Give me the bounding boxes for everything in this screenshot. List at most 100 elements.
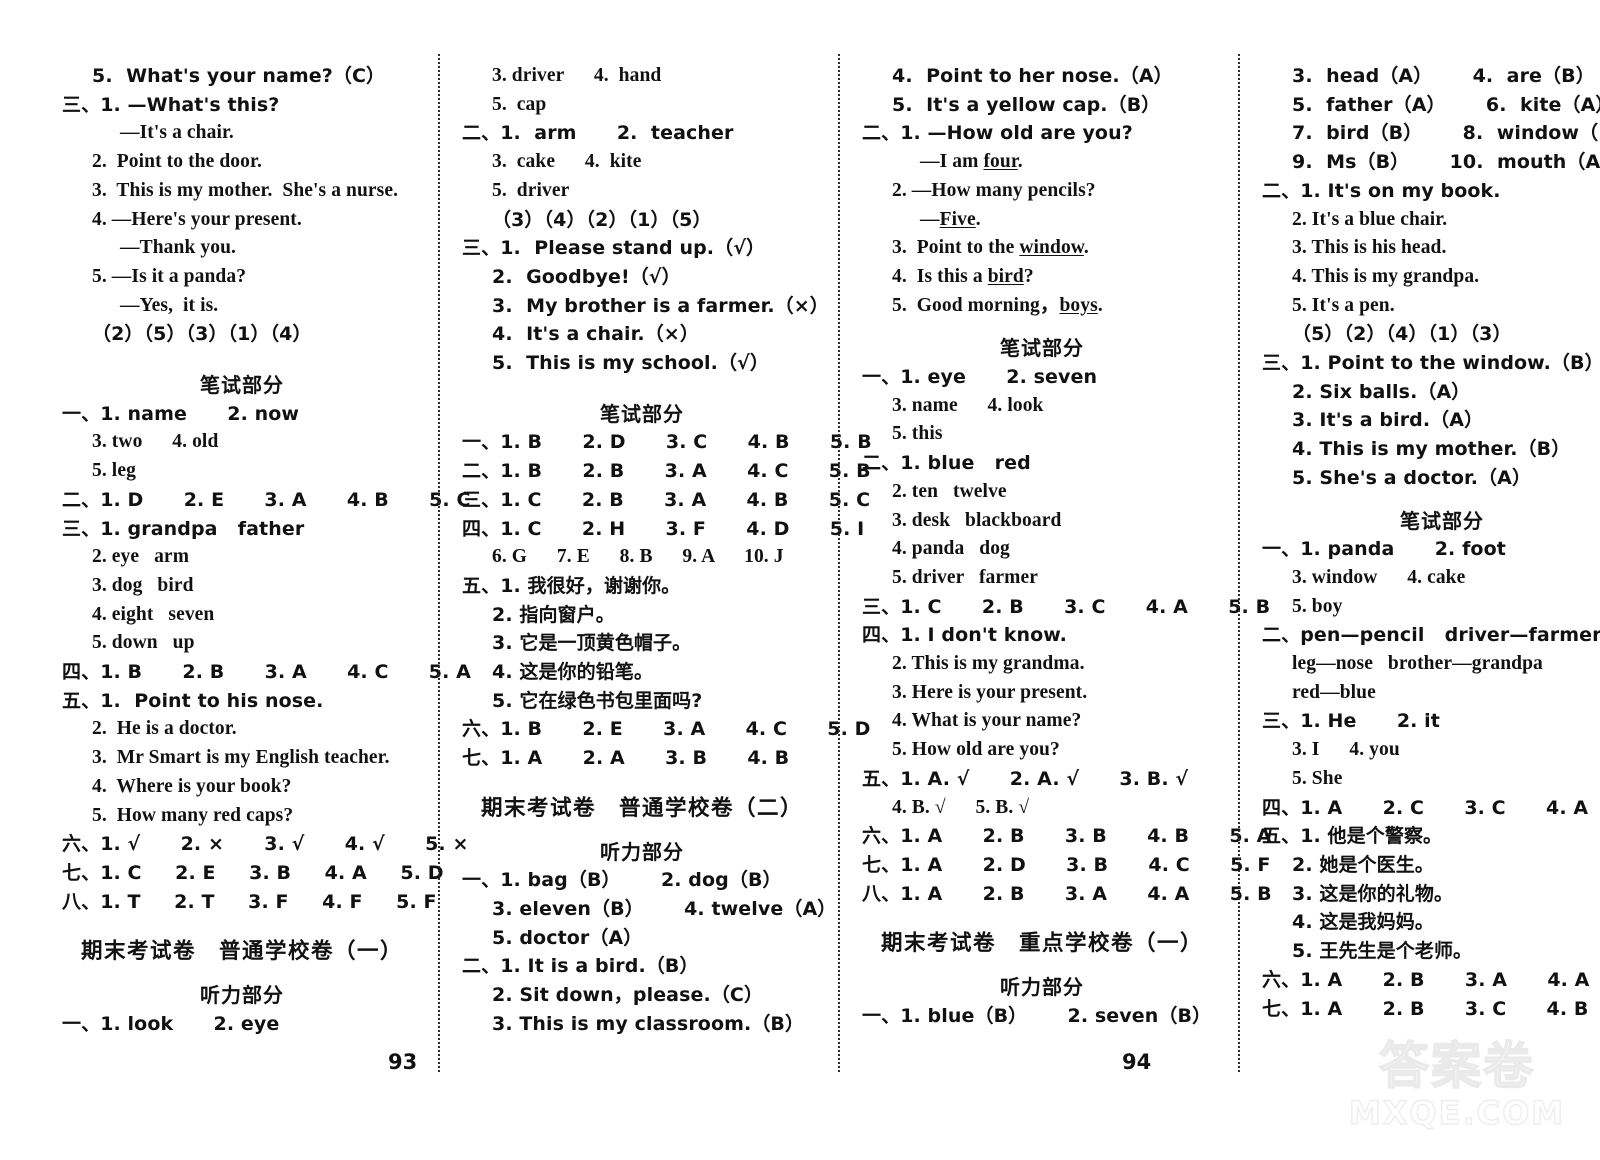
answer-line: 二、1. It is a bird.（B） xyxy=(462,955,699,978)
answer-line: 3. 这是你的礼物。 xyxy=(1292,882,1454,905)
answer-line: 5. leg xyxy=(92,460,136,482)
answer-line: 5. She xyxy=(1292,767,1343,789)
answer-line: 3. I 4. you xyxy=(1292,739,1400,761)
answer-line: 9. Ms（B） 10. mouth（A） xyxy=(1292,151,1600,174)
page-number-left: 93 xyxy=(388,1050,418,1074)
answer-line: 5. What's your name?（C） xyxy=(92,65,386,87)
answer-line: 3. This is his head. xyxy=(1292,237,1447,259)
answer-line: 一、1. panda 2. foot xyxy=(1262,538,1506,561)
answer-line: 5. It's a yellow cap.（B） xyxy=(892,93,1161,116)
answer-line: 七、1. A 2. B 3. C 4. B 5. B xyxy=(1262,997,1589,1020)
answer-line: 4. 这是你的铅笔。 xyxy=(492,661,654,684)
answer-line: 五、1. A. √ 2. A. √ 3. B. √ xyxy=(862,767,1189,790)
answer-line: 4. This is my mother.（B） xyxy=(1292,438,1571,461)
answer-line: 3. driver 4. hand xyxy=(492,65,662,86)
exam-title: 期末考试卷 重点学校卷（一） xyxy=(880,931,1203,957)
answer-line: 5. driver xyxy=(492,179,570,201)
column-4: 3. head（A） 4. are（B） 5. father（A） 6. kite… xyxy=(1240,62,1600,1160)
answer-line: 3. 它是一顶黄色帽子。 xyxy=(492,632,692,655)
answer-line: 3. name 4. look xyxy=(892,394,1044,416)
page-number-right: 94 xyxy=(1122,1050,1152,1074)
answer-line: 4. B. √ 5. B. √ xyxy=(892,796,1030,818)
answer-line: 5. This is my school.（√） xyxy=(492,352,769,375)
answer-line: 2. He is a doctor. xyxy=(92,718,237,740)
section-heading: 听力部分 xyxy=(200,983,284,1008)
answer-line: 八、1. A 2. B 3. A 4. A 5. B xyxy=(862,882,1272,905)
answer-line: 一、1. blue（B） 2. seven（B） xyxy=(862,1004,1212,1027)
answer-line: 四、1. B 2. B 3. A 4. C 5. A xyxy=(62,661,471,684)
answer-line: 二、1. It's on my book. xyxy=(1262,179,1501,202)
answer-line: 3. Point to the window. xyxy=(892,237,1089,259)
answer-line: 5. cap xyxy=(492,93,547,115)
answer-line: 5. doctor（A） xyxy=(492,926,643,949)
answer-line: 一、1. eye 2. seven xyxy=(862,366,1098,389)
exam-title: 期末考试卷 普通学校卷（一） xyxy=(80,939,403,965)
section-heading: 笔试部分 xyxy=(200,373,284,398)
answer-line: 四、1. C 2. H 3. F 4. D 5. I xyxy=(462,517,865,540)
answer-line: 三、1. grandpa father xyxy=(62,517,305,540)
answer-line: 2. 她是个医生。 xyxy=(1292,853,1434,876)
section-heading: 听力部分 xyxy=(1000,975,1084,1000)
answer-line: 3. cake 4. kite xyxy=(492,151,642,173)
answer-line: 七、1. C 2. E 3. B 4. A 5. D xyxy=(62,861,444,884)
answer-line: 4. eight seven xyxy=(92,603,215,625)
answer-line: 4. It's a chair.（×） xyxy=(492,323,699,346)
answer-line: 7. bird（B） 8. window（B） xyxy=(1292,122,1600,145)
answer-line: 四、1. I don't know. xyxy=(862,624,1068,647)
answer-line: 4. What is your name? xyxy=(892,710,1082,732)
answer-line: 5. father（A） 6. kite（A） xyxy=(1292,93,1600,116)
answer-line: 三、1. —What's this? xyxy=(62,93,280,116)
answer-line: 六、1. B 2. E 3. A 4. C 5. D xyxy=(462,718,871,741)
section-heading: 听力部分 xyxy=(600,839,684,864)
answer-key-page: 5. What's your name?（C） 三、1. —What's this… xyxy=(0,0,1600,1160)
answer-line: 4. Point to her nose.（A） xyxy=(892,65,1173,87)
answer-line: 5. 王先生是个老师。 xyxy=(1292,940,1473,963)
answer-line: 三、1. He 2. it xyxy=(1262,710,1440,733)
answer-line: （3）（4）（2）（1）（5） xyxy=(492,208,712,231)
answer-line: 一、1. B 2. D 3. C 4. B 5. B xyxy=(462,431,872,454)
answer-line: —Yes, it is. xyxy=(120,294,219,316)
column-2: 3. driver 4. hand 5. cap 二、1. arm 2. teach… xyxy=(440,54,872,1160)
answer-line: 一、1. bag（B） 2. dog（B） xyxy=(462,869,782,892)
section-heading: 笔试部分 xyxy=(1400,508,1484,533)
answer-line: 3. head（A） 4. are（B） xyxy=(1292,65,1595,87)
answer-line: 5. —Is it a panda? xyxy=(92,265,247,287)
answer-line: 六、1. A 2. B 3. A 4. A 5. B xyxy=(1262,968,1590,991)
answer-line: 5. How many red caps? xyxy=(92,804,294,826)
answer-line: 2. Point to the door. xyxy=(92,151,262,173)
answer-line: —I am four. xyxy=(920,151,1023,173)
answer-line: 二、1. B 2. B 3. A 4. C 5. B xyxy=(462,460,871,483)
answer-line: 2. It's a blue chair. xyxy=(1292,208,1448,230)
answer-line: 5. Good morning，boys. xyxy=(892,294,1103,316)
answer-line: 5. down up xyxy=(92,632,195,654)
answer-line: 3. Here is your present. xyxy=(892,681,1088,703)
column-1: 5. What's your name?（C） 三、1. —What's this… xyxy=(40,54,471,1160)
answer-line: 七、1. A 2. D 3. B 4. C 5. F xyxy=(862,853,1271,876)
answer-line: 八、1. T 2. T 3. F 4. F 5. F xyxy=(62,890,437,913)
answer-line: 二、1. D 2. E 3. A 4. B 5. C xyxy=(62,488,471,511)
answer-line: 4. panda dog xyxy=(892,538,1010,560)
answer-line: 5. 它在绿色书包里面吗? xyxy=(492,689,703,712)
answer-line: 七、1. A 2. A 3. B 4. B xyxy=(462,747,790,770)
answer-line: 二、1. arm 2. teacher xyxy=(462,122,734,145)
answer-line: 5. boy xyxy=(1292,595,1343,617)
answer-line: 3. This is my mother. She's a nurse. xyxy=(92,179,399,201)
answer-line: 3. dog bird xyxy=(92,574,194,596)
answer-line: 5. She's a doctor.（A） xyxy=(1292,466,1532,489)
answer-line: red—blue xyxy=(1292,681,1376,703)
answer-line: 四、1. A 2. C 3. C 4. A 5. B xyxy=(1262,796,1589,819)
answer-line: 5. driver farmer xyxy=(892,566,1039,588)
answer-line: 4. —Here's your present. xyxy=(92,208,302,230)
answer-line: 5. It's a pen. xyxy=(1292,294,1395,316)
answer-line: 3. It's a bird.（A） xyxy=(1292,409,1484,432)
answer-line: 六、1. A 2. B 3. B 4. B 5. A xyxy=(862,825,1272,848)
answer-line: 2. —How many pencils? xyxy=(892,179,1096,201)
answer-line: 2. Goodbye!（√） xyxy=(492,265,681,288)
answer-line: （5）（2）（4）（1）（3） xyxy=(1292,323,1512,346)
answer-line: —Five. xyxy=(920,208,981,230)
answer-line: 2. eye arm xyxy=(92,546,190,568)
